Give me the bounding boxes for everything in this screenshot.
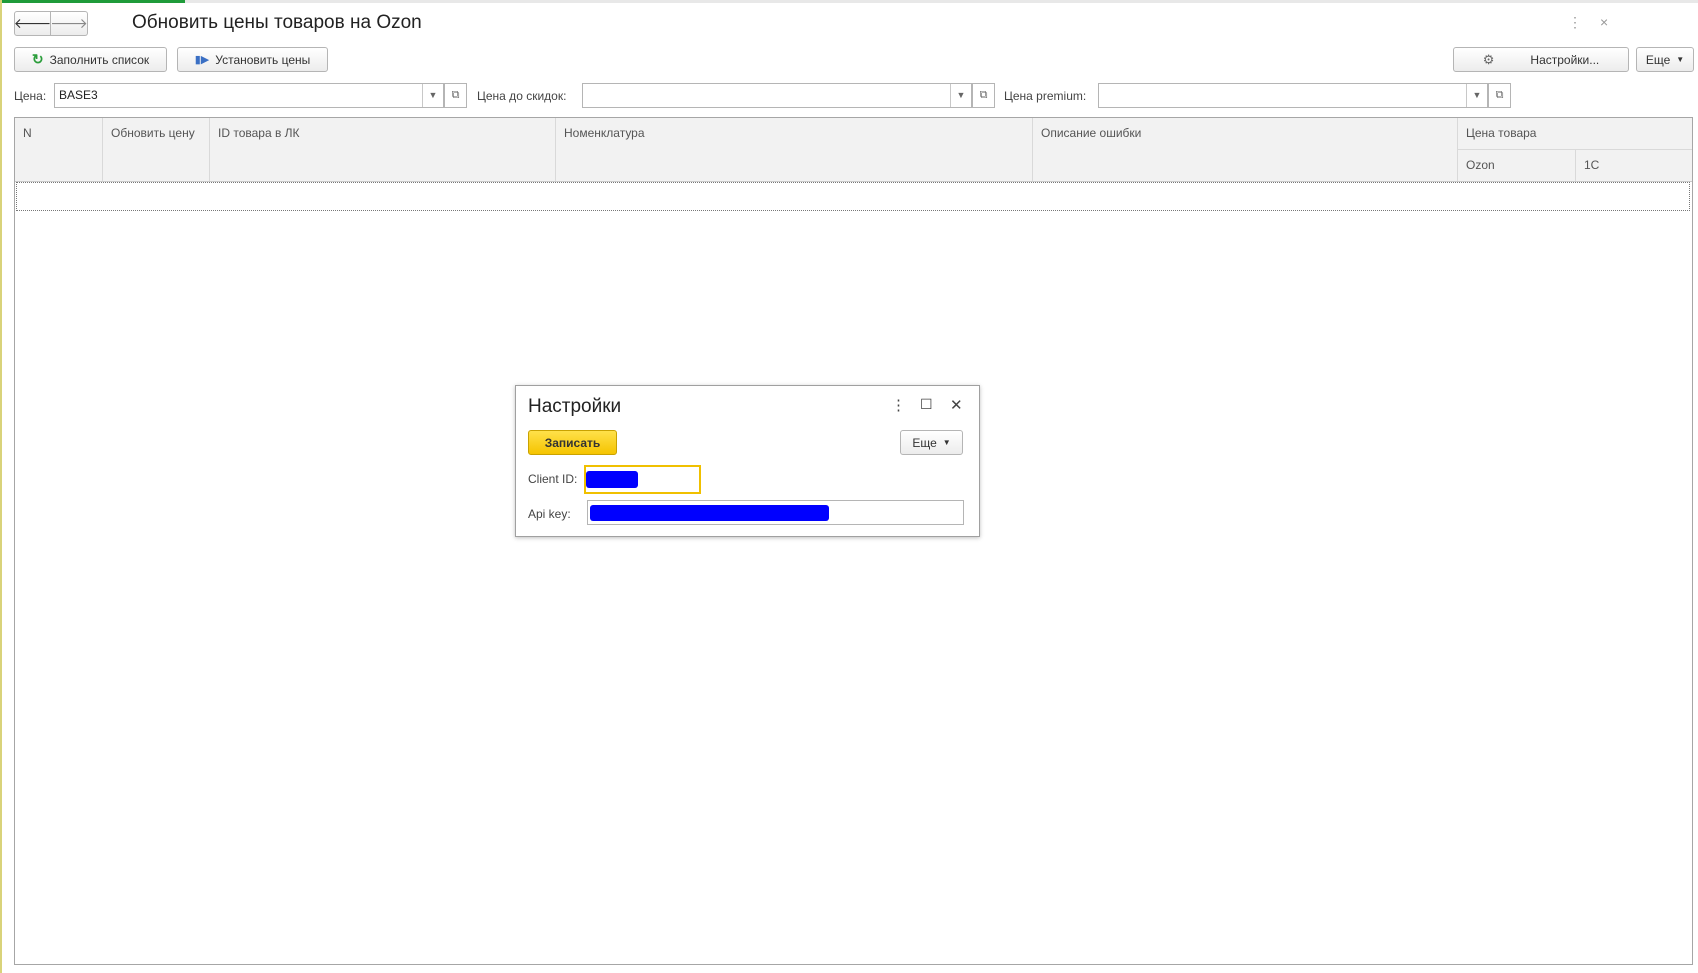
dialog-chevron-down-icon: ▼ bbox=[942, 438, 951, 447]
save-label: Записать bbox=[544, 435, 601, 450]
price-premium-open-icon[interactable]: ⧉ bbox=[1488, 83, 1511, 108]
price-premium-label: Цена premium: bbox=[1004, 89, 1087, 103]
back-button[interactable]: 🡐 bbox=[14, 11, 51, 36]
more-button[interactable]: Еще ▼ bbox=[1636, 47, 1694, 72]
set-prices-label: Установить цены bbox=[215, 52, 311, 67]
set-prices-button[interactable]: ▮▶ Установить цены bbox=[177, 47, 328, 72]
dialog-more-vertical-icon[interactable]: ⋮ bbox=[891, 396, 906, 414]
client-id-label: Client ID: bbox=[528, 472, 578, 486]
fill-list-button[interactable]: ↻ Заполнить список bbox=[14, 47, 167, 72]
dialog-close-icon[interactable]: ✕ bbox=[950, 396, 963, 414]
run-arrow-icon: ▮▶ bbox=[194, 54, 210, 66]
dialog-title: Настройки bbox=[528, 396, 622, 417]
api-key-redaction bbox=[590, 505, 829, 521]
left-border bbox=[0, 0, 2, 973]
forward-button[interactable]: 🡒 bbox=[50, 11, 88, 36]
col-nomenclature[interactable]: Номенклатура bbox=[556, 118, 1033, 181]
save-button[interactable]: Записать bbox=[528, 430, 617, 455]
chevron-down-icon: ▼ bbox=[1676, 55, 1685, 64]
more-vertical-icon[interactable]: ⋮ bbox=[1568, 14, 1582, 31]
price-before-dropdown-icon[interactable]: ▼ bbox=[950, 84, 971, 107]
prices-table[interactable]: N Обновить цену ID товара в ЛК Номенклат… bbox=[14, 117, 1693, 965]
col-n[interactable]: N bbox=[15, 118, 103, 181]
col-error-description[interactable]: Описание ошибки bbox=[1033, 118, 1458, 181]
more-label: Еще bbox=[1645, 52, 1671, 67]
settings-dialog: Настройки ⋮ ☐ ✕ Записать Еще ▼ Client ID… bbox=[515, 385, 980, 537]
arrow-right-icon: 🡒 bbox=[50, 15, 88, 31]
settings-gear-icon: ⚙ bbox=[1482, 51, 1495, 67]
table-header: N Обновить цену ID товара в ЛК Номенклат… bbox=[15, 118, 1692, 182]
close-icon[interactable]: × bbox=[1600, 14, 1608, 30]
client-id-redaction bbox=[586, 471, 638, 488]
price-label: Цена: bbox=[14, 89, 47, 103]
client-id-field[interactable] bbox=[584, 465, 701, 494]
price-value: BASE3 bbox=[59, 88, 98, 102]
page-title: Обновить цены товаров на Ozon bbox=[132, 12, 422, 33]
settings-button[interactable]: ⚙ Настройки... bbox=[1453, 47, 1629, 72]
price-open-icon[interactable]: ⧉ bbox=[444, 83, 467, 108]
table-row[interactable] bbox=[16, 182, 1690, 211]
price-before-field[interactable]: ▼ bbox=[582, 83, 972, 108]
price-dropdown-icon[interactable]: ▼ bbox=[422, 84, 443, 107]
api-key-field[interactable] bbox=[587, 500, 964, 525]
price-premium-field[interactable]: ▼ bbox=[1098, 83, 1488, 108]
dialog-more-label: Еще bbox=[912, 435, 937, 450]
nav-buttons: 🡐 🡒 bbox=[14, 11, 88, 36]
refresh-icon: ↻ bbox=[31, 51, 44, 67]
price-premium-dropdown-icon[interactable]: ▼ bbox=[1466, 84, 1487, 107]
fill-list-label: Заполнить список bbox=[49, 52, 150, 67]
api-key-label: Api key: bbox=[528, 507, 571, 521]
active-indicator bbox=[0, 0, 185, 3]
col-update-price[interactable]: Обновить цену bbox=[103, 118, 210, 181]
col-price-1c[interactable]: 1С bbox=[1576, 149, 1692, 181]
price-field[interactable]: BASE3 ▼ bbox=[54, 83, 444, 108]
col-price-ozon[interactable]: Ozon bbox=[1458, 149, 1576, 181]
price-before-open-icon[interactable]: ⧉ bbox=[972, 83, 995, 108]
top-progress-line bbox=[0, 0, 1698, 3]
col-product-id[interactable]: ID товара в ЛК bbox=[210, 118, 556, 181]
dialog-more-button[interactable]: Еще ▼ bbox=[900, 430, 963, 455]
maximize-icon[interactable]: ☐ bbox=[920, 396, 933, 413]
settings-label: Настройки... bbox=[1530, 52, 1600, 67]
price-before-label: Цена до скидок: bbox=[477, 89, 567, 103]
arrow-left-icon: 🡐 bbox=[13, 15, 52, 31]
